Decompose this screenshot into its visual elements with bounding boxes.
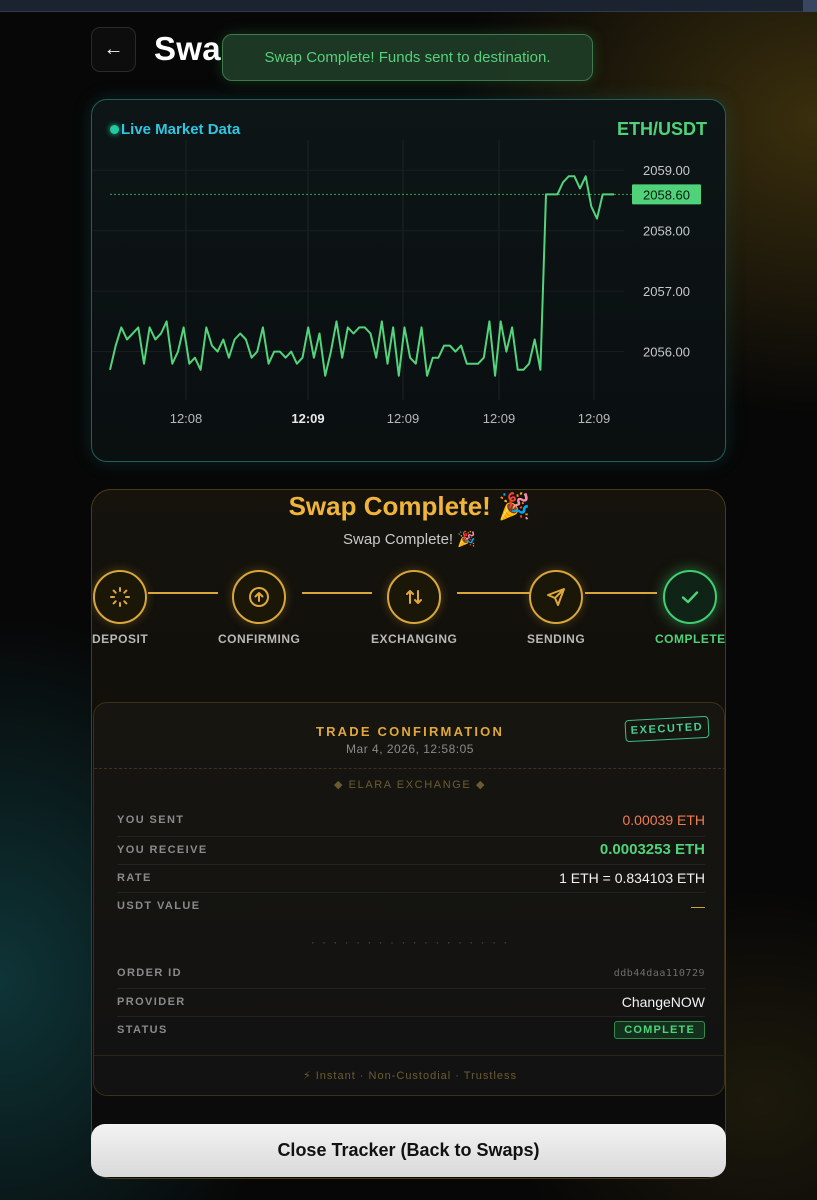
executed-stamp: EXECUTED xyxy=(624,715,710,743)
x-tick-label: 12:09 xyxy=(578,411,611,426)
you-sent-value: 0.00039 ETH xyxy=(622,812,706,828)
success-toast: Swap Complete! Funds sent to destination… xyxy=(222,34,593,81)
y-tick-label: 2059.00 xyxy=(643,163,690,178)
status-label: STATUS xyxy=(117,1024,168,1036)
y-tick-label: 2057.00 xyxy=(643,284,690,299)
rate-value: 1 ETH = 0.834103 ETH xyxy=(559,870,705,886)
page-title: Swa xyxy=(154,30,221,67)
live-indicator: Live Market Data xyxy=(110,121,240,138)
status-badge: COMPLETE xyxy=(614,1021,705,1039)
row-rate: RATE 1 ETH = 0.834103 ETH xyxy=(117,870,705,886)
order-id-value[interactable]: ddb44daa110729 xyxy=(614,968,705,979)
you-receive-label: YOU RECEIVE xyxy=(117,843,208,856)
arrow-left-icon: ← xyxy=(103,38,124,60)
x-tick-label: 12:08 xyxy=(170,411,203,426)
progress-steps: DEPOSIT CONFIRMING EXCHANGING SENDING CO… xyxy=(92,570,726,650)
swap-arrows-icon xyxy=(406,590,422,604)
row-separator xyxy=(117,864,705,865)
back-button[interactable]: ← xyxy=(91,27,136,72)
row-separator xyxy=(117,836,705,837)
x-tick-label: 12:09 xyxy=(483,411,516,426)
row-separator xyxy=(117,1016,705,1017)
arrow-up-circle-icon xyxy=(249,587,269,607)
price-chart: 2059.00 2058.00 2057.00 2056.00 2058.60 12:08… xyxy=(92,140,701,426)
window-corner xyxy=(803,0,817,12)
confirmation-date: Mar 4, 2026, 12:58:05 xyxy=(346,742,474,756)
row-order-id: ORDER ID ddb44daa110729 xyxy=(117,967,705,979)
step-confirming xyxy=(232,570,286,624)
step-connector xyxy=(302,592,372,594)
dotted-separator: · · · · · · · · · · · · · · · · · · xyxy=(310,935,510,949)
step-label-confirming: CONFIRMING xyxy=(218,632,301,646)
current-price-label: 2058.60 xyxy=(643,187,690,202)
swap-tracker-card: Swap Complete! 🎉 Swap Complete! 🎉 DEPOSI… xyxy=(91,489,726,1179)
row-you-receive: YOU RECEIVE 0.0003253 ETH xyxy=(117,841,705,858)
market-chart-card: 2059.00 2058.00 2057.00 2056.00 2058.60 12:08… xyxy=(91,99,726,462)
send-icon xyxy=(547,588,565,606)
trading-pair: ETH/USDT xyxy=(617,119,707,139)
live-label: Live Market Data xyxy=(121,121,241,138)
exchange-brand: ◆ ELARA EXCHANGE ◆ xyxy=(333,779,487,791)
footer-divider xyxy=(94,1055,725,1056)
toast-message: Swap Complete! Funds sent to destination… xyxy=(264,49,551,66)
step-exchanging xyxy=(387,570,441,624)
live-dot-icon xyxy=(110,125,119,134)
step-label-sending: SENDING xyxy=(527,632,586,646)
check-icon xyxy=(681,591,699,604)
y-tick-label: 2056.00 xyxy=(643,345,690,360)
step-connector xyxy=(585,592,657,594)
step-sending xyxy=(529,570,583,624)
tracker-title: Swap Complete! 🎉 xyxy=(288,491,531,521)
tracker-subtitle: Swap Complete! 🎉 xyxy=(343,531,476,548)
row-separator xyxy=(117,988,705,989)
step-connector xyxy=(148,592,218,594)
trade-confirmation-panel: TRADE CONFIRMATION Mar 4, 2026, 12:58:05… xyxy=(93,702,725,1096)
step-connector xyxy=(457,592,530,594)
provider-label: PROVIDER xyxy=(117,996,186,1008)
confirmation-footer: ⚡ Instant · Non-Custodial · Trustless xyxy=(302,1070,518,1082)
row-you-sent: YOU SENT 0.00039 ETH xyxy=(117,812,705,828)
usdt-value: — xyxy=(691,898,705,914)
dashed-divider xyxy=(94,768,725,769)
order-id-label: ORDER ID xyxy=(117,967,182,979)
step-label-exchanging: EXCHANGING xyxy=(371,632,458,646)
window-top-bar xyxy=(0,0,817,12)
loading-spinner-icon xyxy=(110,587,130,607)
you-receive-value: 0.0003253 ETH xyxy=(599,841,705,858)
row-usdt-value: USDT VALUE — xyxy=(117,898,705,914)
step-complete xyxy=(663,570,717,624)
x-tick-label: 12:09 xyxy=(291,411,324,426)
close-tracker-button[interactable]: Close Tracker (Back to Swaps) xyxy=(91,1124,726,1177)
provider-value: ChangeNOW xyxy=(621,994,705,1010)
step-label-complete: COMPLETE xyxy=(655,632,726,646)
step-deposit xyxy=(93,570,147,624)
y-tick-label: 2058.00 xyxy=(643,224,690,239)
row-status: STATUS COMPLETE xyxy=(117,1021,705,1039)
row-provider: PROVIDER ChangeNOW xyxy=(117,994,705,1010)
rate-label: RATE xyxy=(117,872,152,884)
row-separator xyxy=(117,892,705,893)
step-label-deposit: DEPOSIT xyxy=(92,632,149,646)
usdt-value-label: USDT VALUE xyxy=(117,900,201,912)
you-sent-label: YOU SENT xyxy=(117,814,185,826)
x-tick-label: 12:09 xyxy=(387,411,420,426)
